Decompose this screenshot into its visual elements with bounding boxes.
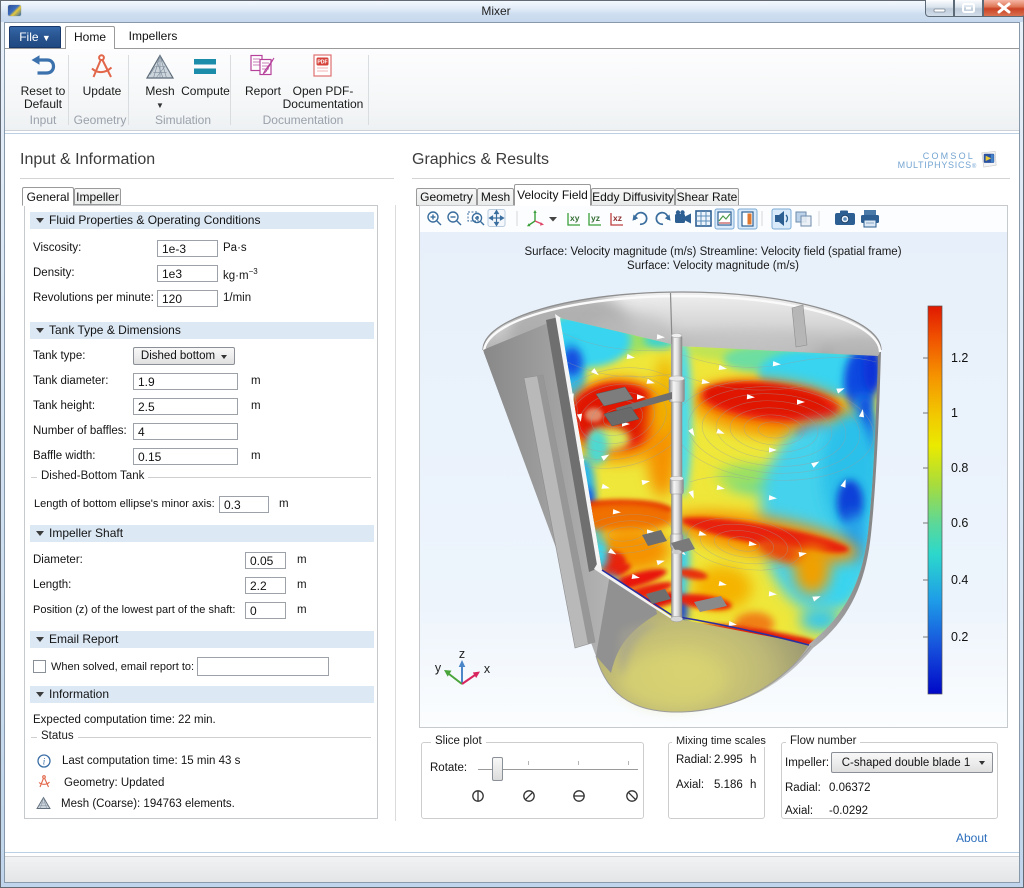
svg-text:PDF: PDF xyxy=(317,60,327,66)
svg-text:y: y xyxy=(435,661,442,675)
svg-text:xy: xy xyxy=(570,213,580,223)
svg-text:0.2: 0.2 xyxy=(951,630,968,644)
svg-text:Surface: Velocity magnitude (m: Surface: Velocity magnitude (m/s) xyxy=(627,260,799,272)
svg-text:1.2: 1.2 xyxy=(951,351,968,365)
svg-text:1: 1 xyxy=(951,406,958,420)
svg-text:yz: yz xyxy=(591,213,600,223)
svg-text:0.4: 0.4 xyxy=(951,573,968,587)
svg-text:x: x xyxy=(484,662,491,676)
svg-text:Surface: Velocity magnitude (m: Surface: Velocity magnitude (m/s) Stream… xyxy=(524,246,901,258)
svg-text:z: z xyxy=(459,647,465,661)
svg-text:xz: xz xyxy=(613,213,622,223)
svg-text:0.6: 0.6 xyxy=(951,516,968,530)
svg-text:0.8: 0.8 xyxy=(951,461,968,475)
